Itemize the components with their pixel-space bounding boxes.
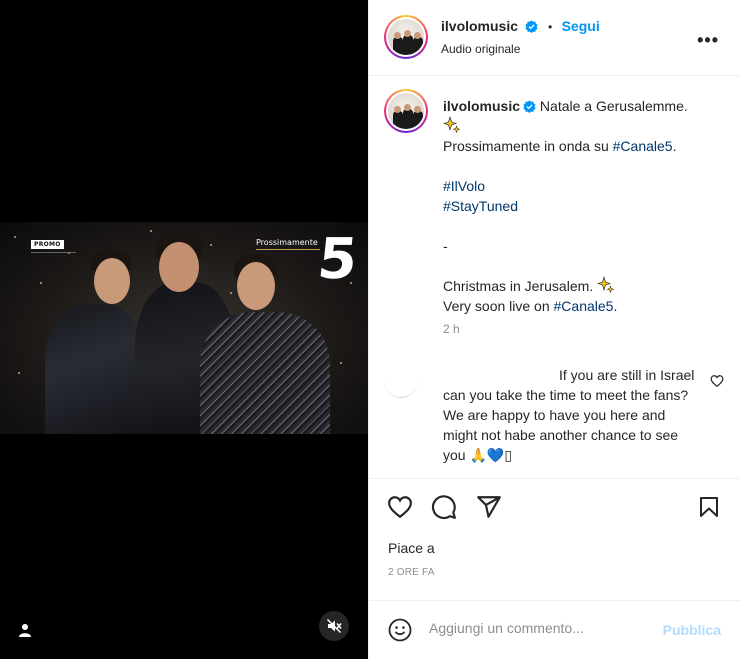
hashtag-link[interactable]: #StayTuned	[443, 196, 727, 216]
smiley-icon	[388, 618, 412, 642]
caption-punct: .	[672, 138, 677, 154]
sparkles-icon	[597, 275, 615, 294]
speaker-muted-icon	[326, 618, 342, 634]
emoji-button[interactable]	[388, 618, 412, 647]
heart-icon	[710, 375, 724, 387]
sparkle	[14, 236, 16, 238]
caption-line-3: Christmas in Jerusalem.	[443, 278, 594, 294]
dot-separator: •	[547, 20, 553, 34]
like-button[interactable]	[387, 494, 413, 525]
publish-button[interactable]: Pubblica	[663, 622, 721, 638]
promo-line	[31, 252, 76, 253]
caption-line-1: Natale a Gerusalemme.	[539, 98, 688, 114]
save-button[interactable]	[697, 494, 721, 525]
post-panel: ilvolomusic • Segui Audio originale ••• …	[368, 0, 740, 659]
follow-button[interactable]: Segui	[562, 18, 600, 34]
profile-avatar[interactable]	[384, 15, 428, 59]
header-title-row: ilvolomusic • Segui	[441, 18, 600, 36]
suit	[200, 312, 330, 434]
suit	[45, 304, 145, 434]
verified-badge-icon	[525, 20, 539, 33]
action-bar	[369, 478, 740, 538]
share-button[interactable]	[476, 494, 502, 525]
paper-plane-icon	[477, 496, 501, 518]
caption-avatar[interactable]	[384, 89, 428, 133]
comment-text: If you are still in Israel can you take …	[443, 367, 695, 463]
user-tag-icon[interactable]	[17, 622, 33, 638]
face	[237, 262, 275, 310]
face	[159, 242, 199, 292]
caption-username[interactable]: ilvolomusic	[443, 98, 520, 114]
more-options-button[interactable]: •••	[697, 30, 719, 51]
caption-line-4: Very soon live on	[443, 298, 554, 314]
face	[94, 258, 130, 304]
sparkles-icon	[443, 115, 727, 136]
comment-button[interactable]	[431, 494, 457, 525]
hashtag-link[interactable]: #IlVolo	[443, 176, 727, 196]
caption-dash: -	[443, 238, 448, 254]
caption-time: 2 h	[443, 322, 460, 336]
video-overlay-text: Prossimamente	[256, 238, 318, 247]
sparkle	[340, 362, 342, 364]
sparkle	[150, 230, 152, 232]
sparkle	[18, 372, 20, 374]
comment-bubble-icon	[431, 495, 456, 520]
commenter-avatar[interactable]	[384, 372, 418, 398]
sparkle	[40, 282, 42, 284]
sparkle	[230, 292, 232, 294]
promo-tag: PROMO	[31, 240, 64, 249]
mute-button[interactable]	[319, 611, 349, 641]
verified-badge-icon	[523, 100, 536, 113]
posted-time: 2 ORE FA	[388, 567, 435, 578]
hashtag-link[interactable]: #Canale5	[613, 138, 673, 154]
username-link[interactable]: ilvolomusic	[441, 18, 518, 34]
video-player[interactable]: PROMO Prossimamente 5	[0, 0, 368, 659]
comment-input[interactable]	[429, 620, 639, 636]
post-caption: ilvolomusic Natale a Gerusalemme. Prossi…	[443, 96, 727, 316]
post-header: ilvolomusic • Segui Audio originale •••	[369, 0, 740, 76]
sparkle	[210, 244, 212, 246]
heart-icon	[388, 496, 412, 519]
video-frame[interactable]	[0, 222, 368, 434]
overlay-underline	[256, 249, 320, 250]
caption-punct: .	[613, 298, 618, 314]
channel-logo: 5	[314, 227, 361, 292]
audio-label[interactable]: Audio originale	[441, 42, 520, 56]
hashtag-link[interactable]: #Canale5	[554, 298, 614, 314]
add-comment-bar: Pubblica	[369, 600, 740, 659]
comment-like-button[interactable]	[710, 374, 724, 393]
caption-line-2: Prossimamente in onda su	[443, 138, 613, 154]
bookmark-icon	[700, 497, 718, 517]
likes-summary[interactable]: Piace a	[388, 540, 435, 556]
